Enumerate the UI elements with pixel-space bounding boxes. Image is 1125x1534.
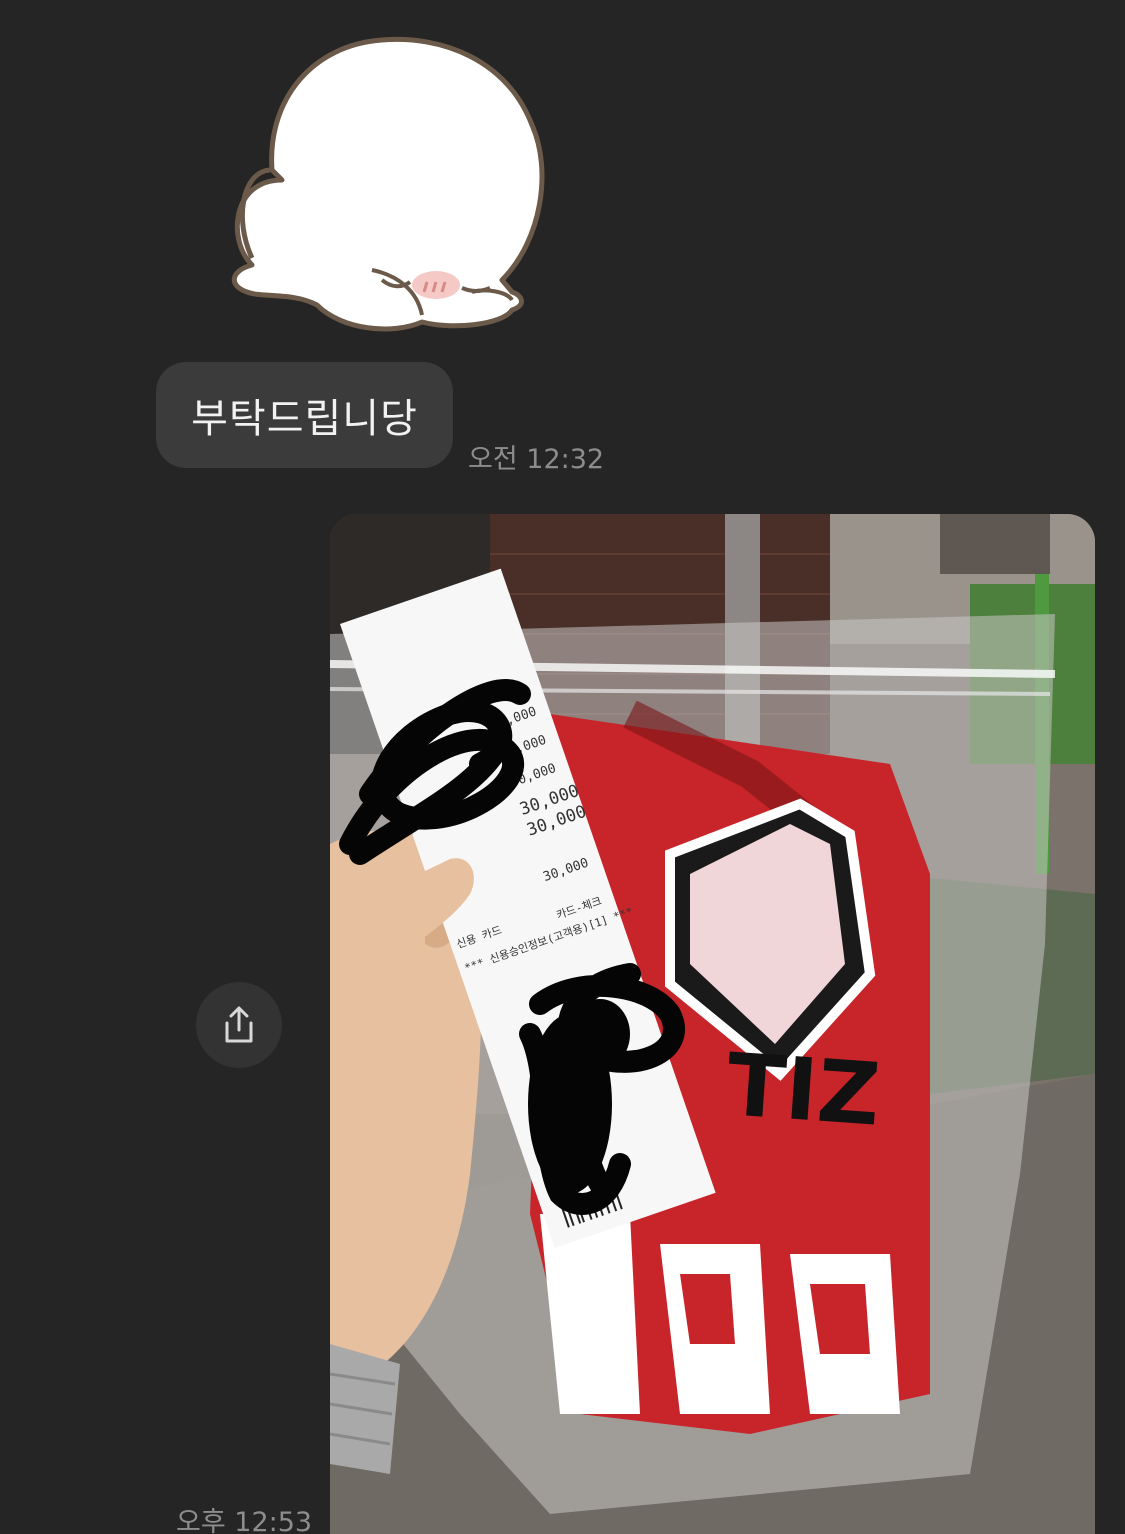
share-icon [225, 1006, 253, 1043]
share-button[interactable] [196, 982, 282, 1068]
sticker-message[interactable] [222, 30, 562, 350]
message-timestamp: 오전 12:32 [468, 444, 605, 475]
message-bubble[interactable]: 부탁드립니당 [156, 362, 453, 468]
chat-screen: 부탁드립니당 오전 12:32 TIZ 30,000 30,000 30,000… [0, 0, 1125, 1534]
seal-sticker-icon [232, 36, 545, 332]
message-text: 부탁드립니당 [191, 396, 418, 442]
photo-message[interactable]: TIZ 30,000 30,000 30,000 30,000 30,000 3… [330, 514, 1095, 1534]
jersey-text: TIZ [724, 1035, 884, 1145]
receipt-and-jersey-photo: TIZ 30,000 30,000 30,000 30,000 30,000 3… [330, 514, 1095, 1534]
photo-timestamp: 오후 12:53 [176, 1507, 313, 1534]
